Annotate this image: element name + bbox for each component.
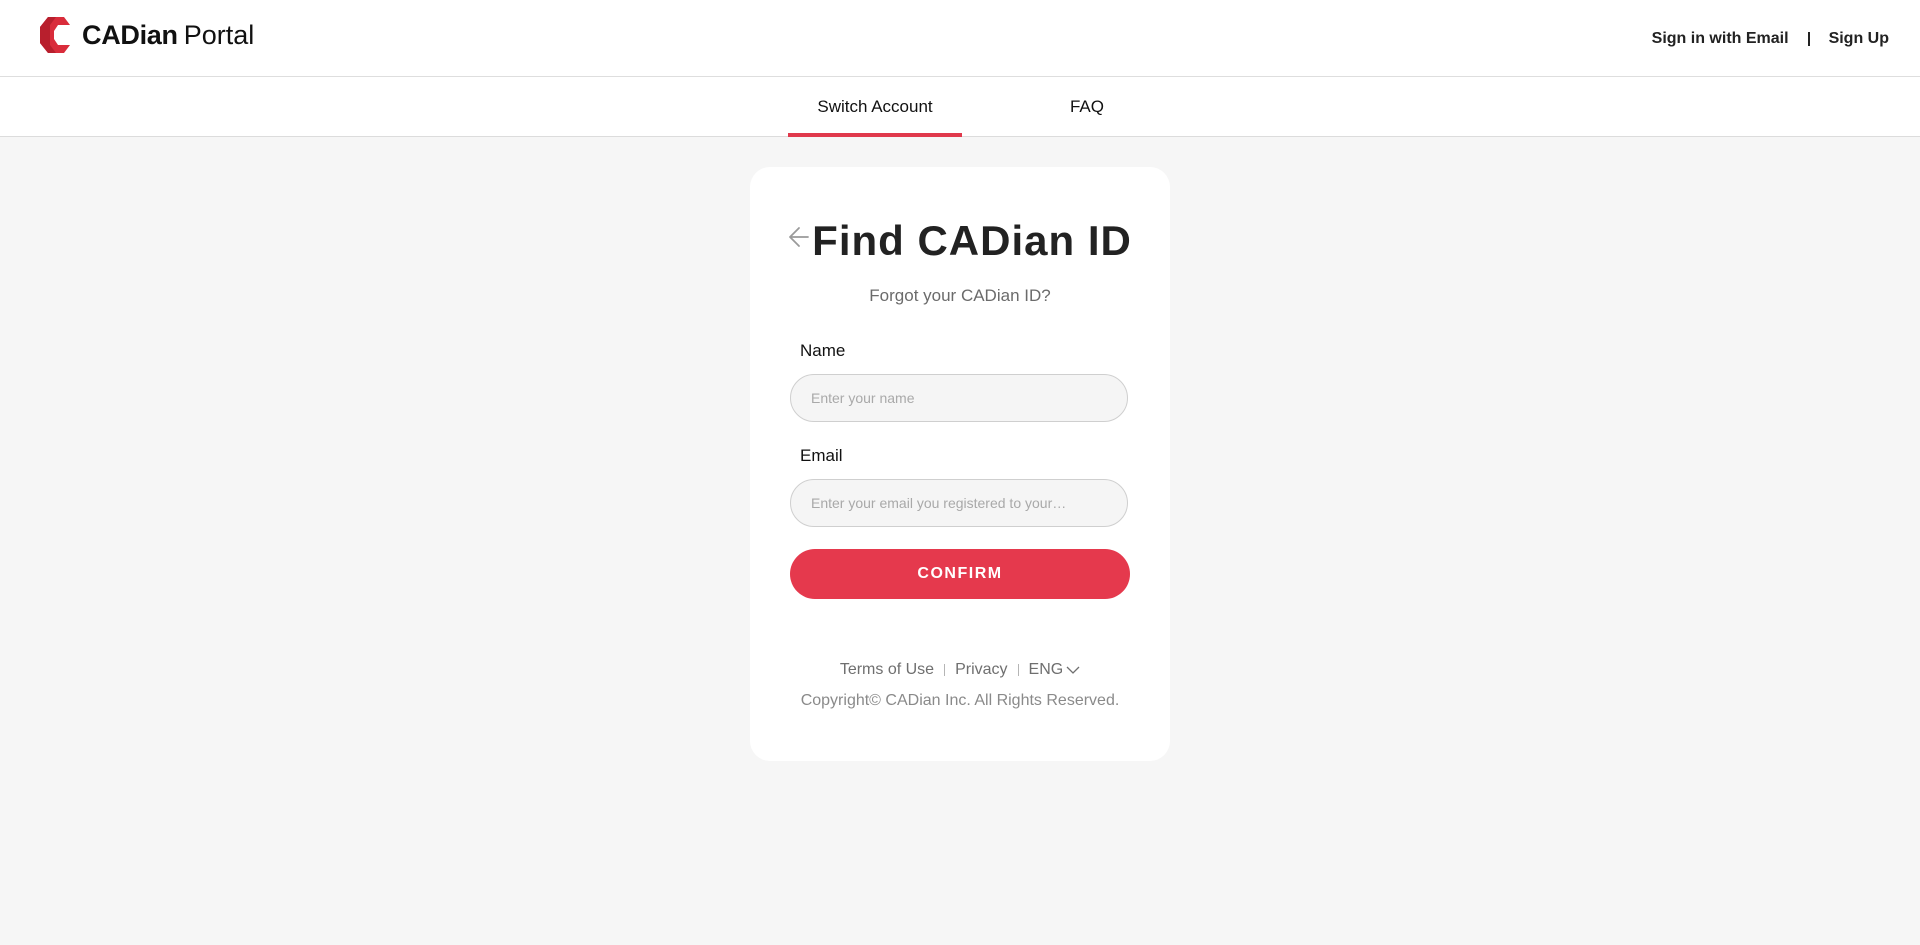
- sign-up-link[interactable]: Sign Up: [1829, 30, 1889, 48]
- language-label: ENG: [1028, 661, 1064, 678]
- copyright-text: Copyright© CADian Inc. All Rights Reserv…: [800, 692, 1120, 709]
- brand-logo-link[interactable]: CADian Portal: [38, 15, 254, 55]
- brand-suffix: Portal: [183, 19, 255, 50]
- page-title: Find CADian ID: [812, 217, 1132, 264]
- email-label: Email: [800, 446, 843, 465]
- footer-links: Terms of Use Privacy ENG: [750, 661, 1170, 679]
- divider: [1017, 664, 1019, 676]
- terms-link[interactable]: Terms of Use: [840, 661, 934, 679]
- cadian-logo-icon: [40, 17, 70, 53]
- find-id-card: Find CADian ID Forgot your CADian ID? Na…: [750, 167, 1170, 761]
- privacy-link[interactable]: Privacy: [955, 661, 1007, 679]
- brand-name: CADian: [82, 19, 178, 50]
- page-subtitle: Forgot your CADian ID?: [869, 286, 1051, 305]
- account-links: Sign in with Email Sign Up: [1652, 30, 1889, 48]
- divider: [1807, 32, 1810, 46]
- sign-in-email-link[interactable]: Sign in with Email: [1652, 30, 1789, 48]
- chevron-down-icon: [1066, 666, 1080, 674]
- name-input[interactable]: [790, 374, 1128, 422]
- email-input[interactable]: [790, 479, 1128, 527]
- confirm-button[interactable]: CONFIRM: [790, 549, 1130, 599]
- tab-switch-account[interactable]: Switch Account: [788, 77, 962, 137]
- name-label: Name: [800, 341, 846, 360]
- tab-faq[interactable]: FAQ: [1028, 77, 1146, 136]
- top-header: CADian Portal Sign in with Email Sign Up: [0, 0, 1920, 77]
- tab-bar: Switch Account FAQ: [0, 77, 1920, 137]
- divider: [944, 664, 946, 676]
- language-selector[interactable]: ENG: [1029, 661, 1081, 679]
